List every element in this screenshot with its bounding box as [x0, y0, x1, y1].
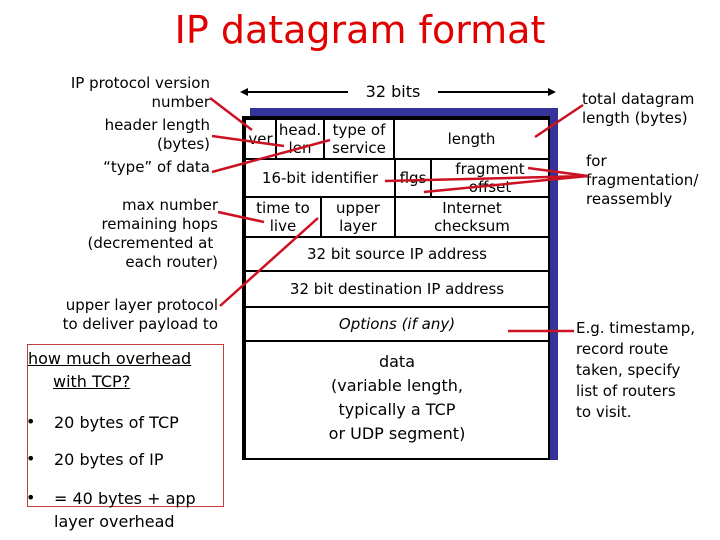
- bullet-icon: •: [26, 488, 36, 507]
- field-upper-layer: upper layer: [320, 196, 396, 238]
- overhead-continuation: layer overhead: [54, 512, 175, 531]
- annotation-max-hops: max number remaining hops (decremented a…: [87, 196, 218, 271]
- field-version: ver: [244, 118, 277, 160]
- annotation-header-length: header length (bytes): [104, 116, 210, 153]
- overhead-bullet-total: = 40 bytes + app: [54, 489, 196, 508]
- width-label: 32 bits: [365, 82, 421, 101]
- annotation-type-of-data: “type” of data: [103, 158, 210, 176]
- field-identifier: 16-bit identifier: [244, 158, 396, 198]
- annotation-upper-layer: upper layer protocol to deliver payload …: [62, 296, 218, 333]
- annotation-version: IP protocol version number: [70, 74, 210, 111]
- field-header-length: head. len: [275, 118, 325, 160]
- slide-title: IP datagram format: [174, 8, 546, 52]
- field-data: data (variable length, typically a TCP o…: [244, 340, 550, 460]
- field-options: Options (if any): [244, 306, 550, 342]
- field-total-length: length: [393, 118, 550, 160]
- field-flags: flgs: [394, 158, 432, 198]
- annotation-fragmentation: for fragmentation/ reassembly: [586, 152, 699, 208]
- annotation-options: E.g. timestamp, record route taken, spec…: [576, 319, 695, 421]
- overhead-bullet-tcp: 20 bytes of TCP: [54, 413, 179, 432]
- bullet-icon: •: [26, 412, 36, 431]
- ip-datagram-diagram: ver head. len type of service length 16-…: [242, 116, 550, 460]
- field-type-of-service: type of service: [323, 118, 395, 160]
- overhead-heading-line1: how much overhead: [28, 349, 192, 368]
- annotation-total-length: total datagram length (bytes): [582, 90, 695, 127]
- bullet-icon: •: [26, 449, 36, 468]
- field-source-ip: 32 bit source IP address: [244, 236, 550, 272]
- overhead-heading-line2: with TCP?: [53, 372, 131, 391]
- field-checksum: Internet checksum: [394, 196, 550, 238]
- field-destination-ip: 32 bit destination IP address: [244, 270, 550, 308]
- arrow-right-icon: [548, 88, 556, 96]
- arrow-left-icon: [240, 88, 248, 96]
- field-fragment-offset: fragment offset: [430, 158, 550, 198]
- field-ttl: time to live: [244, 196, 322, 238]
- overhead-bullet-ip: 20 bytes of IP: [54, 450, 164, 469]
